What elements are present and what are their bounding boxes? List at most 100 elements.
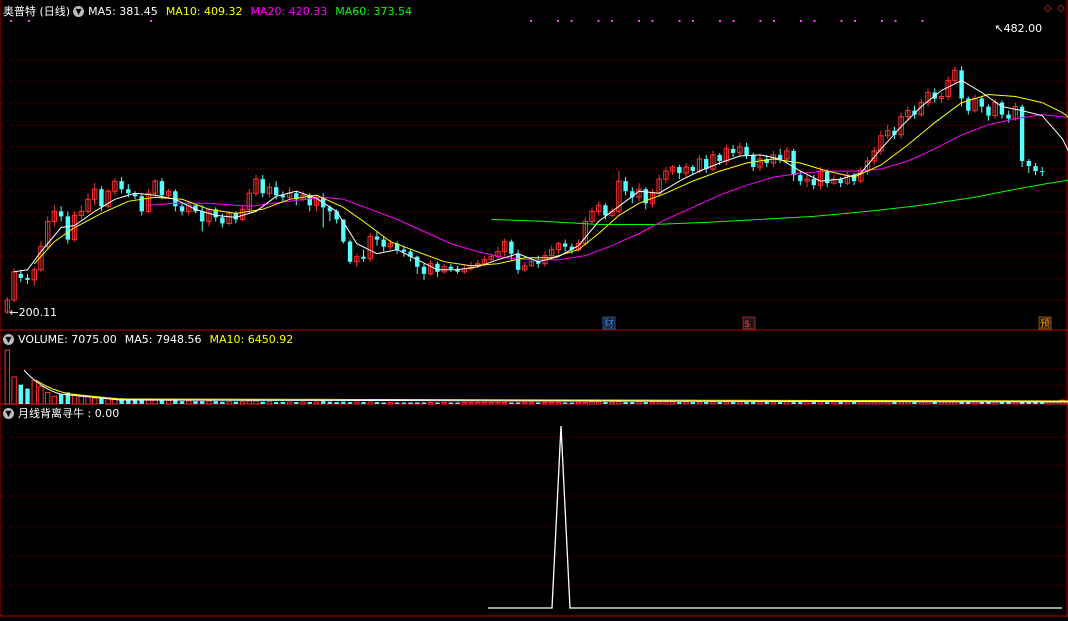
candle-body xyxy=(603,205,607,215)
volume-bar xyxy=(140,400,144,404)
marker-dot xyxy=(733,20,735,22)
volume-bar xyxy=(32,381,36,404)
volume-bar xyxy=(872,402,876,404)
volume-bar xyxy=(617,402,621,404)
volume-bar xyxy=(845,402,849,404)
ma60-line xyxy=(491,179,1068,224)
candle-body xyxy=(509,242,513,254)
volume-bar xyxy=(234,402,238,404)
volume-bar xyxy=(980,402,984,404)
nav-right-icon[interactable]: ◇ xyxy=(1057,3,1065,14)
volume-bar xyxy=(361,402,365,404)
volume-bar xyxy=(885,402,889,404)
volume-bar xyxy=(785,402,789,404)
marker-dot xyxy=(841,20,843,22)
volume-bar xyxy=(469,402,473,404)
volume-bar xyxy=(348,402,352,404)
volume-bar xyxy=(449,402,453,404)
volume-bar xyxy=(341,402,345,404)
volume-bar xyxy=(738,402,742,404)
candle-body xyxy=(751,155,755,167)
high-price-label: ↖482.00 xyxy=(994,22,1042,35)
volume-bar xyxy=(570,402,574,404)
volume-collapse-icon[interactable]: ▼ xyxy=(3,334,14,345)
volume-bar xyxy=(536,402,540,404)
candle-body xyxy=(1027,161,1031,166)
volume-bar xyxy=(711,402,715,404)
candle-body xyxy=(99,189,103,206)
ma5-indicator: MA5: 381.45 xyxy=(88,5,158,18)
volume-bar xyxy=(791,402,795,404)
chart-canvas[interactable]: ↖482.00←200.11财$预 xyxy=(0,0,1068,617)
volume-bar xyxy=(79,396,83,404)
candle-body xyxy=(563,244,567,247)
volume-bar xyxy=(818,402,822,404)
volume-bar xyxy=(939,402,943,404)
candle-body xyxy=(623,181,627,191)
volume-bar xyxy=(455,402,459,404)
volume-bar xyxy=(865,402,869,404)
volume-bar xyxy=(644,402,648,404)
candle-body xyxy=(1000,103,1004,115)
candle-body xyxy=(717,155,721,161)
volume-bar xyxy=(328,402,332,404)
ma20-line xyxy=(149,115,1068,260)
volume-bar xyxy=(556,402,560,404)
ma10-line xyxy=(34,95,1068,266)
volume-bar xyxy=(422,402,426,404)
signal-collapse-icon[interactable]: ▼ xyxy=(3,408,14,419)
volume-bar xyxy=(677,402,681,404)
candle-body xyxy=(375,237,379,240)
volume-bar xyxy=(946,402,950,404)
volume-bar xyxy=(684,402,688,404)
volume-bar xyxy=(623,402,627,404)
volume-bar xyxy=(496,402,500,404)
volume-bar xyxy=(193,401,197,404)
volume-bar xyxy=(563,402,567,404)
candle-body xyxy=(812,179,816,185)
volume-bar xyxy=(240,402,244,404)
volume-bar xyxy=(274,402,278,404)
signal-line xyxy=(488,426,1062,608)
volume-bar xyxy=(39,387,43,404)
volume-bar xyxy=(321,401,325,404)
candle-body xyxy=(986,107,990,116)
volume-bar xyxy=(261,402,265,404)
volume-bar xyxy=(805,402,809,404)
volume-bar xyxy=(529,402,533,404)
candle-body xyxy=(160,181,164,195)
volume-bar xyxy=(731,402,735,404)
main-collapse-icon[interactable]: ▼ xyxy=(73,6,84,17)
candle-body xyxy=(25,278,29,280)
volume-bar xyxy=(583,402,587,404)
candle-body xyxy=(261,179,265,193)
volume-bar xyxy=(213,401,217,404)
event-marker-label: 预 xyxy=(1040,318,1050,330)
nav-left-icon[interactable]: ◇ xyxy=(1044,3,1052,14)
ma20-indicator: MA20: 420.33 xyxy=(251,5,328,18)
stock-chart[interactable]: ↖482.00←200.11财$预 奥普特 (日线) ▼ MA5: 381.45… xyxy=(0,0,1068,617)
candle-body xyxy=(361,257,365,259)
marker-dot xyxy=(692,20,694,22)
candle-body xyxy=(200,211,204,221)
volume-bar xyxy=(375,402,379,404)
volume-bar xyxy=(852,402,856,404)
stock-title: 奥普特 (日线) xyxy=(3,3,70,19)
marker-dot xyxy=(922,20,924,22)
volume-bar xyxy=(523,402,527,404)
volume-bar xyxy=(381,402,385,404)
volume-bar xyxy=(892,402,896,404)
volume-bar xyxy=(442,402,446,404)
volume-bar xyxy=(879,402,883,404)
candle-body xyxy=(980,99,984,107)
candle-body xyxy=(66,216,70,239)
volume-bar xyxy=(355,402,359,404)
volume-bar xyxy=(5,350,9,404)
volume-bar xyxy=(986,402,990,404)
volume-bar xyxy=(704,402,708,404)
candle-body xyxy=(677,167,681,173)
marker-dot xyxy=(150,20,152,22)
volume-bar xyxy=(482,402,486,404)
candle-body xyxy=(744,147,748,155)
candle-body xyxy=(19,274,23,278)
